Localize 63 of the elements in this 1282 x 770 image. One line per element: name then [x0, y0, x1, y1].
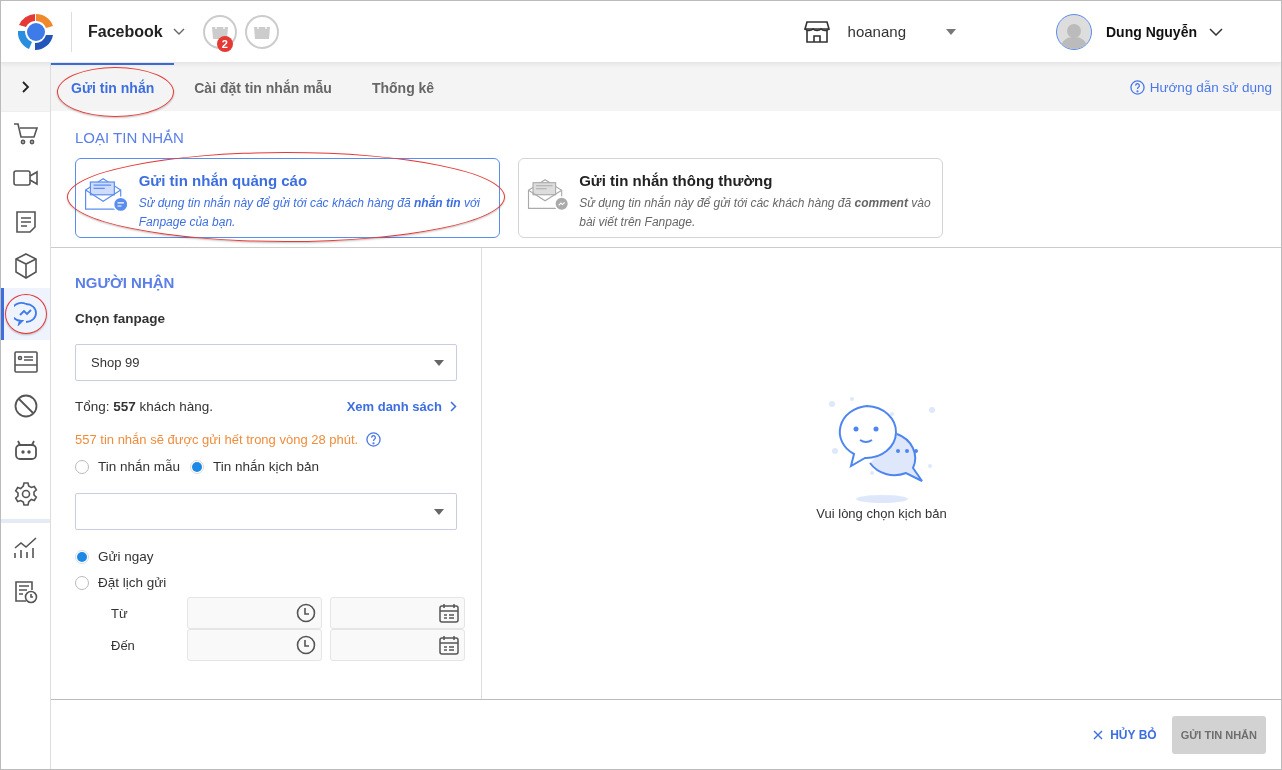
- empty-state-text: Vui lòng chọn kịch bản: [816, 506, 947, 521]
- calendar-icon[interactable]: [439, 603, 459, 623]
- section-title: NGƯỜI NHẬN: [75, 274, 176, 291]
- card-title: Gửi tin nhắn thông thường: [579, 172, 774, 189]
- chevron-down-icon[interactable]: [1209, 27, 1223, 36]
- field-label: Chọn fanpage: [75, 311, 166, 326]
- radio-label[interactable]: Gửi ngay: [98, 549, 154, 564]
- settings-icon: [13, 482, 38, 506]
- report-clock-icon: [13, 580, 38, 604]
- field-label: Đến: [110, 636, 136, 655]
- store-icon[interactable]: [803, 20, 830, 43]
- message-type-card[interactable]: Gửi tin nhắn quảng cáo Sử dụng tin nhắn này để gửi tới các khách hàng đã nhắn tin với Fanpage của bạn.: [75, 158, 500, 238]
- help-icon[interactable]: [366, 432, 382, 447]
- customer-total: Tổng: 557 khách hàng.: [75, 399, 214, 414]
- sidebar-item[interactable]: [1, 288, 50, 340]
- radio-label[interactable]: Tin nhắn kịch bản: [213, 459, 320, 474]
- chat-bubble-icon: [13, 302, 38, 326]
- help-icon[interactable]: [1129, 79, 1145, 95]
- card-description: Sử dụng tin nhắn này để gửi tới các khách hàng đã comment vào bài viết trên Fanpage.: [579, 194, 932, 231]
- section-title: LOẠI TIN NHẮN: [75, 129, 185, 146]
- cart-icon: [12, 122, 39, 146]
- time-field[interactable]: [187, 597, 322, 629]
- radio-button[interactable]: [75, 549, 89, 564]
- box-icon: [13, 253, 38, 279]
- view-list-link[interactable]: Xem danh sách: [346, 399, 442, 414]
- radio-label[interactable]: Tin nhắn mẫu: [98, 459, 181, 474]
- send-time-notice: 557 tin nhắn sẽ được gửi hết trong vòng 28 phút.: [75, 432, 359, 447]
- date-field[interactable]: [330, 597, 465, 629]
- date-field[interactable]: [330, 629, 465, 661]
- dropdown-arrow-icon[interactable]: [434, 359, 444, 366]
- tab[interactable]: Thống kê: [351, 63, 455, 111]
- card-title: Gửi tin nhắn quảng cáo: [138, 172, 309, 189]
- user-name[interactable]: Dung Nguyễn: [1106, 23, 1197, 40]
- calendar-icon[interactable]: [439, 635, 459, 655]
- channel-name[interactable]: Facebook: [88, 22, 163, 41]
- radio-button[interactable]: [75, 459, 89, 474]
- radio-label[interactable]: Đặt lịch gửi: [98, 575, 167, 590]
- time-field[interactable]: [187, 629, 322, 661]
- expand-chevron-icon[interactable]: [21, 81, 30, 93]
- line-chart-icon: [12, 537, 39, 559]
- radio-button[interactable]: [75, 575, 89, 590]
- fanpage-select[interactable]: Shop 99: [75, 344, 457, 381]
- chevron-right-icon[interactable]: [450, 401, 457, 412]
- close-icon: [1093, 729, 1104, 740]
- help-link[interactable]: Hướng dẫn sử dụng: [1149, 79, 1272, 95]
- radio-button[interactable]: [190, 459, 205, 474]
- avatar[interactable]: [1056, 13, 1092, 50]
- cancel-button[interactable]: HỦY BỎ: [1093, 727, 1157, 742]
- video-camera-icon: [12, 168, 39, 188]
- ban-icon: [13, 394, 38, 418]
- dropdown-arrow-icon[interactable]: [946, 28, 956, 35]
- tab[interactable]: Cài đặt tin nhắn mẫu: [174, 63, 352, 111]
- message-type-card[interactable]: Gửi tin nhắn thông thường Sử dụng tin nhắn này để gửi tới các khách hàng đã comment vào bài viết trên Fanpage.: [518, 158, 943, 238]
- field-label: Từ: [110, 604, 129, 623]
- clock-icon[interactable]: [296, 603, 316, 623]
- chevron-down-icon[interactable]: [172, 27, 185, 36]
- id-card-icon: [13, 351, 38, 373]
- clock-icon[interactable]: [296, 635, 316, 655]
- dropdown-arrow-icon[interactable]: [434, 508, 444, 515]
- document-icon: [14, 210, 37, 234]
- robot-icon: [13, 440, 38, 460]
- card-description: Sử dụng tin nhắn này để gửi tới các khách hàng đã nhắn tin với Fanpage của bạn.: [138, 194, 481, 231]
- store-name[interactable]: hoanang: [847, 23, 906, 40]
